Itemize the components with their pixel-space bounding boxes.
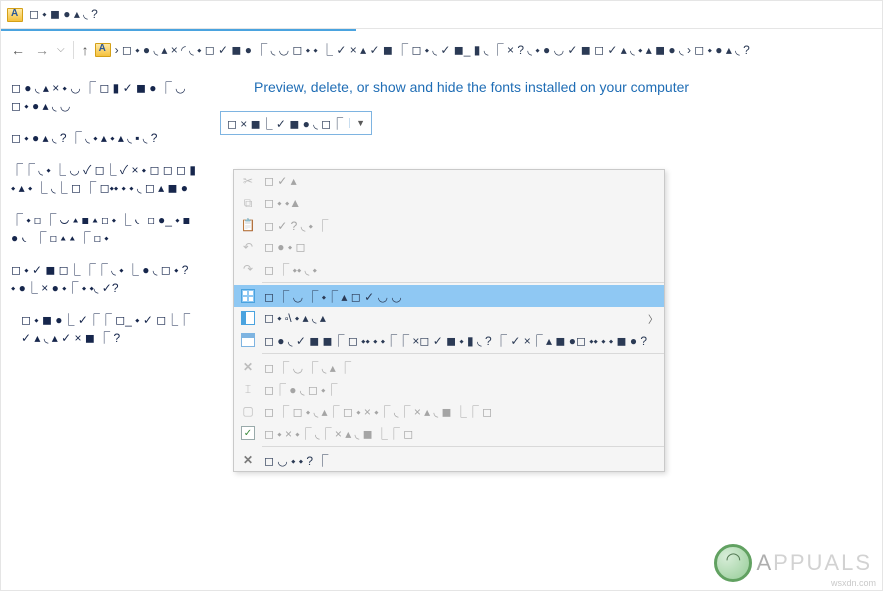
address-bar: ← → ⌵ ↑ › ◻ ⬩ ● ◟ ▴ × ◜ ◟ ⬩ ◻ ✓ ◼ ● ⎾ ◟ …: [1, 33, 882, 67]
page-heading: Preview, delete, or show and hide the fo…: [254, 79, 872, 95]
menu-item: ↶ ◻ ● ⬩ ◻: [234, 236, 664, 258]
redo-icon: ↷: [240, 261, 256, 277]
cut-icon: ✂: [240, 173, 256, 189]
fonts-folder-icon: [95, 43, 111, 57]
menu-divider: [262, 282, 664, 283]
properties-icon: ✓: [240, 425, 256, 441]
menu-item-label: ◻ ⬩ × ⬩⎾ ◟⎾ × ▴ ◟ ◼ ⎿⎾ ◻: [264, 425, 658, 442]
sidebar-link[interactable]: ⎾⎾ ◟ ⬩ ⎿ ◡ ✓ ◻⎿ ✓ × ⬩ ◻ ◻ ◻ ▮ ⬩ ▴ ⬩ ⎿ ◟⎿…: [11, 161, 196, 197]
organize-button-label: ◻ × ◼⎿ ✓ ◼ ● ◟ ◻⎾: [227, 115, 343, 132]
layout-icon: [240, 310, 256, 326]
menu-item: ✓ ◻ ⬩ × ⬩⎾ ◟⎾ × ▴ ◟ ◼ ⎿⎾ ◻: [234, 422, 664, 444]
watermark: APPUALS: [714, 544, 872, 582]
sidebar-link[interactable]: ◻ ⬩ ✓ ◼ ◻⎿ ⎾⎾ ◟ ⬩ ⎿ ● ◟ ◻ ⬩ ? ⬩ ●⎿ × ● ⬩…: [11, 261, 196, 297]
menu-item-label: ◻ ✓ ▴: [264, 174, 658, 188]
context-menu: ✂ ◻ ✓ ▴ ⧉ ◻ ⬩ ⬩▲ 📋 ◻ ✓ ? ◟ ⬩ ⎾ ↶ ◻ ● ⬩ ◻ ↷ ◻ ⎾ ⬩⬩…: [233, 169, 665, 472]
menu-item: ↷ ◻ ⎾ ⬩⬩ ◟ ⬩: [234, 258, 664, 280]
menu-item: ✂ ◻ ✓ ▴: [234, 170, 664, 192]
sidebar-link[interactable]: ◻ ⬩ ● ▴ ◟ ? ⎾ ◟ ⬩ ▴ ⬩ ▴ ◟ ▪ ◟ ?: [11, 129, 196, 147]
chevron-right-icon: 〉: [648, 311, 658, 326]
menu-item-label: ◻ ● ⬩ ◻: [264, 240, 658, 255]
sidebar: ◻ ● ◟ ▴ × ⬩ ◡ ⎾ ◻ ▮ ✓ ◼ ● ⎾ ◡ ◻ ⬩ ● ▴ ◟ …: [1, 67, 206, 590]
undo-icon: ↶: [240, 239, 256, 255]
menu-item-label: ◻ ✓ ? ◟ ⬩ ⎾: [264, 217, 658, 234]
paste-icon: 📋: [240, 217, 256, 233]
appuals-logo-icon: [714, 544, 752, 582]
menu-item-label: ◻ ⎾ ◻ ⬩ ◟ ▴⎾ ◻ ⬩ × ⬩⎾ ◟⎾ × ▴ ◟ ◼ ⎿⎾ ◻: [264, 403, 658, 420]
menu-item-label: ◻ ⎾ ◡ ⎾ ⬩⎾ ▴ ◻ ✓ ◡ ◡: [264, 288, 658, 305]
menu-item: 𝙸 ◻⎾ ● ◟ ◻ ⬩⎾: [234, 378, 664, 400]
menu-divider: [262, 353, 664, 354]
menu-item-label: ◻ ⬩ ⬞\ ⬩ ▴ ◟ ▴: [264, 311, 640, 326]
menu-item-label: ◻ ⎾ ◡ ⎾ ◟ ▴ ⎾: [264, 359, 658, 376]
copy-icon: ⧉: [240, 195, 256, 211]
forward-button: →: [33, 41, 51, 59]
remove-prop-icon: ▢: [240, 403, 256, 419]
breadcrumb[interactable]: › ◻ ⬩ ● ◟ ▴ × ◜ ◟ ⬩ ◻ ✓ ◼ ● ⎾ ◟ ◡ ◻ ⬩ ⬩ …: [95, 41, 750, 58]
delete-icon: ✕: [240, 359, 256, 375]
organize-button[interactable]: ◻ × ◼⎿ ✓ ◼ ● ◟ ◻⎾ ▼: [220, 111, 372, 135]
back-button[interactable]: ←: [9, 41, 27, 59]
details-icon: [240, 332, 256, 348]
menu-item-label: ◻ ● ◟ ✓ ◼ ◼⎾ ◻ ⬩⬩ ⬩ ⬩⎾⎾ ×◻ ✓ ◼ ⬩ ▮ ◟ ? ⎾…: [264, 332, 658, 349]
ribbon-tab-indicator: [1, 29, 882, 33]
close-icon: ✕: [240, 452, 256, 468]
select-all-icon: [240, 288, 256, 304]
menu-item-label: ◻ ⎾ ⬩⬩ ◟ ⬩: [264, 261, 658, 278]
menu-item: ⧉ ◻ ⬩ ⬩▲: [234, 192, 664, 214]
sidebar-link[interactable]: ⎾ ⬩ ◻ ⎾ ◡ ▴ ◼ ▴ ◻ ⬩ ⎿ ◟ ◻ ●_ ⬩ ◼ ● ◟ ⎾ ◻…: [11, 211, 196, 247]
menu-item[interactable]: ◻ ● ◟ ✓ ◼ ◼⎾ ◻ ⬩⬩ ⬩ ⬩⎾⎾ ×◻ ✓ ◼ ⬩ ▮ ◟ ? ⎾…: [234, 329, 664, 351]
menu-divider: [262, 446, 664, 447]
credit-text: wsxdn.com: [831, 578, 876, 588]
menu-item-label: ◻⎾ ● ◟ ◻ ⬩⎾: [264, 381, 658, 398]
separator: [73, 41, 74, 59]
sidebar-link[interactable]: ◻ ● ◟ ▴ × ⬩ ◡ ⎾ ◻ ▮ ✓ ◼ ● ⎾ ◡ ◻ ⬩ ● ▴ ◟ …: [11, 79, 196, 115]
nav-history-dropdown[interactable]: ⌵: [57, 44, 65, 55]
menu-item: ✕ ◻ ⎾ ◡ ⎾ ◟ ▴ ⎾: [234, 356, 664, 378]
watermark-text: APPUALS: [756, 550, 872, 576]
up-button[interactable]: ↑: [82, 42, 89, 58]
menu-item[interactable]: ◻ ⬩ ⬞\ ⬩ ▴ ◟ ▴ 〉: [234, 307, 664, 329]
menu-item-label: ◻ ◡ ⬩ ⬩ ? ⎾: [264, 452, 658, 469]
menu-item: 📋 ◻ ✓ ? ◟ ⬩ ⎾: [234, 214, 664, 236]
rename-icon: 𝙸: [240, 381, 256, 397]
menu-item[interactable]: ◻ ⎾ ◡ ⎾ ⬩⎾ ▴ ◻ ✓ ◡ ◡: [234, 285, 664, 307]
breadcrumb-text: › ◻ ⬩ ● ◟ ▴ × ◜ ◟ ⬩ ◻ ✓ ◼ ● ⎾ ◟ ◡ ◻ ⬩ ⬩ …: [115, 41, 750, 58]
menu-item[interactable]: ✕ ◻ ◡ ⬩ ⬩ ? ⎾: [234, 449, 664, 471]
menu-item: ▢ ◻ ⎾ ◻ ⬩ ◟ ▴⎾ ◻ ⬩ × ⬩⎾ ◟⎾ × ▴ ◟ ◼ ⎿⎾ ◻: [234, 400, 664, 422]
chevron-down-icon: ▼: [349, 118, 365, 128]
sidebar-link[interactable]: ◻ ⬩ ◼ ●⎿ ✓⎾⎾ ◻_ ⬩ ✓ ◻⎿⎾ ✓ ▴ ◟ ▴ ✓ × ◼ ⎾ …: [11, 311, 196, 347]
menu-item-label: ◻ ⬩ ⬩▲: [264, 196, 658, 211]
